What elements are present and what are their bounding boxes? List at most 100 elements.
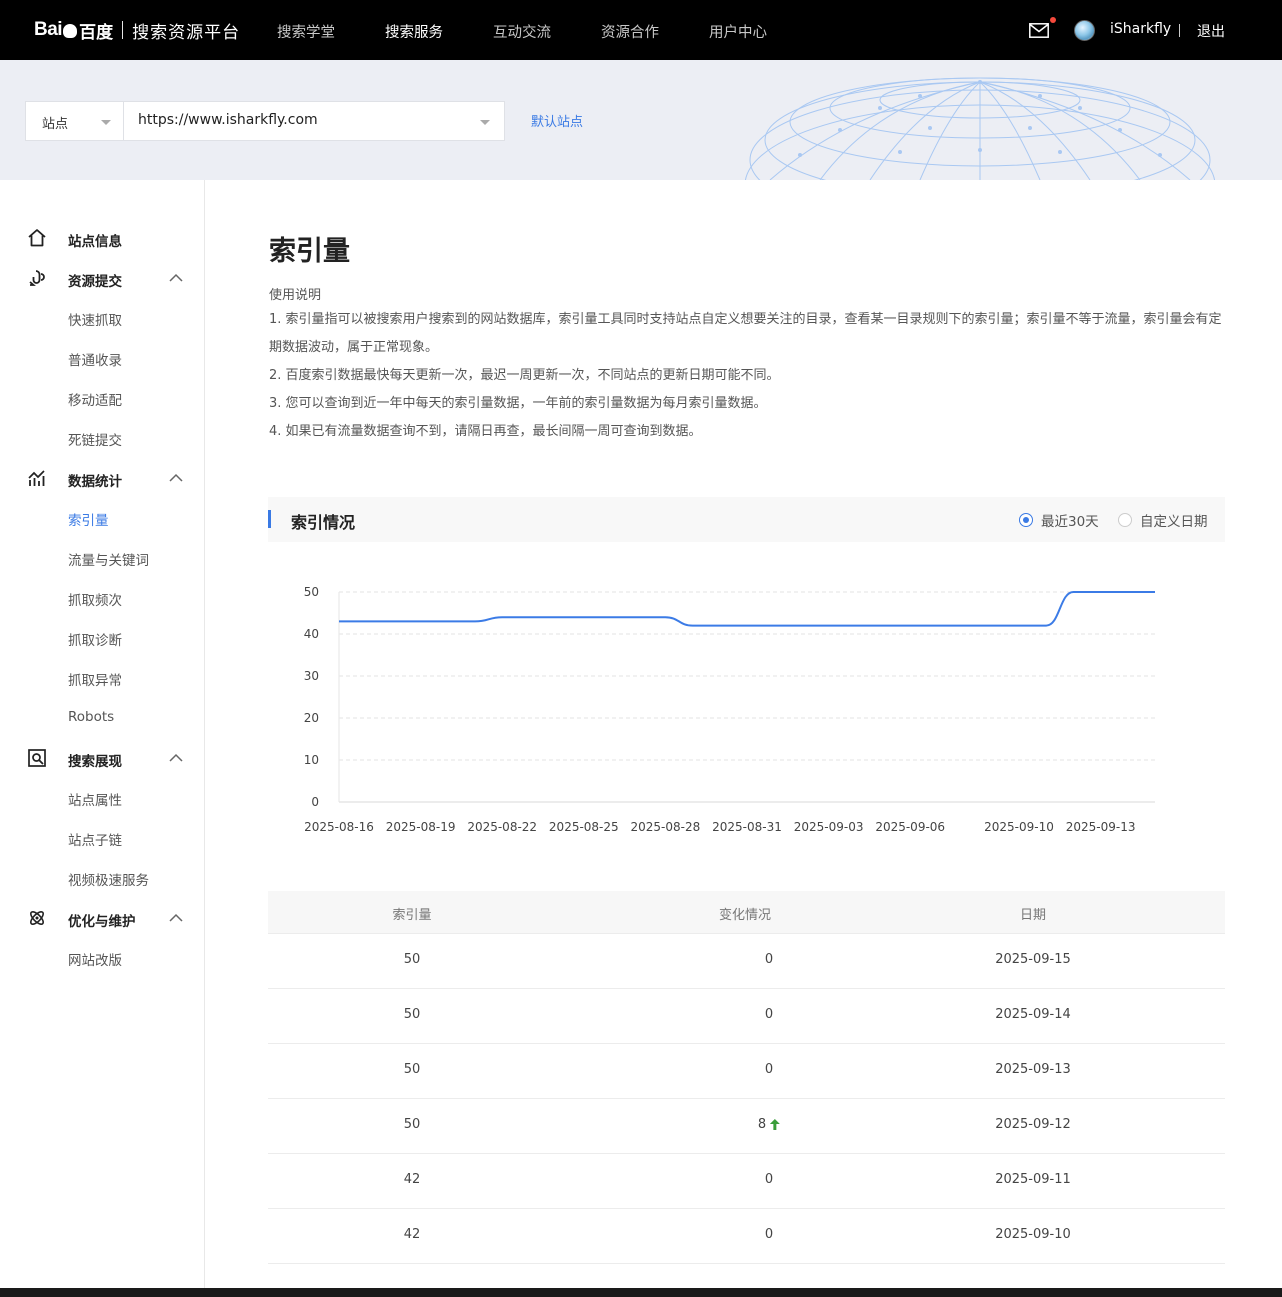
cell-index: 50: [403, 952, 421, 967]
radio-custom-date[interactable]: 自定义日期: [1118, 510, 1208, 530]
nav-item-search-service[interactable]: 搜索服务: [385, 0, 443, 60]
series-line: [339, 591, 1155, 627]
usage-line-3: 3. 您可以查询到近一年中每天的索引量数据，一年前的索引量数据为每月索引量数据。: [269, 396, 767, 411]
sidebar-group-label: 站点信息: [68, 234, 122, 250]
cell-index: 50: [403, 1062, 421, 1077]
chevron-up-icon[interactable]: [169, 273, 183, 282]
section-accent: [268, 510, 271, 528]
y-tick-label: 0: [311, 795, 319, 809]
cell-date: 2025-09-13: [995, 1062, 1071, 1077]
site-banner: 站点 https://www.isharkfly.com 默认站点: [0, 60, 1282, 180]
table-body: 50 0 2025-09-15 50 0 2025-09-14 50 0 2025-09-13 5…: [268, 934, 1225, 1264]
submit-link-icon: [29, 270, 45, 286]
cell-change-value: 0: [764, 1007, 774, 1022]
column-header-change: 变化情况: [718, 908, 772, 923]
main-nav: 搜索学堂 搜索服务 互动交流 资源合作 用户中心: [277, 0, 817, 60]
sidebar-group-resource-submit[interactable]: 资源提交: [0, 258, 204, 298]
cell-change: 0: [765, 1227, 773, 1242]
sidebar-group-label: 数据统计: [68, 474, 122, 490]
cell-date: 2025-09-10: [995, 1227, 1071, 1242]
chevron-up-icon[interactable]: [169, 753, 183, 762]
mail-icon[interactable]: [1029, 23, 1049, 38]
sidebar-group-optimize[interactable]: 优化与维护: [0, 898, 204, 938]
cell-change-value: 8: [757, 1117, 767, 1132]
arrow-up-icon: [770, 1119, 781, 1130]
cell-change-value: 0: [764, 1227, 774, 1242]
sidebar-item-traffic-keywords[interactable]: 流量与关键词: [68, 549, 149, 569]
radio-label: 最近30天: [1041, 514, 1099, 530]
globe-decoration-icon: [745, 77, 1215, 180]
radio-checked-icon: [1019, 513, 1033, 527]
sidebar-group-data-stats[interactable]: 数据统计: [0, 458, 204, 498]
nav-item-interaction[interactable]: 互动交流: [493, 0, 551, 60]
sidebar-item-crawl-frequency[interactable]: 抓取频次: [68, 589, 122, 609]
table-row: 42 0 2025-09-10: [268, 1209, 1225, 1264]
sidebar-item-index-count[interactable]: 索引量: [68, 509, 109, 529]
x-tick-label: 2025-08-28: [631, 820, 701, 834]
chevron-up-icon[interactable]: [169, 913, 183, 922]
sidebar-group-site-info[interactable]: 站点信息: [0, 218, 204, 258]
cell-change: 0: [765, 952, 773, 967]
usage-line-2: 2. 百度索引数据最快每天更新一次，最迟一周更新一次，不同站点的更新日期可能不同…: [269, 368, 780, 383]
avatar[interactable]: [1074, 20, 1095, 41]
main-content: 索引量 使用说明 1. 索引量指可以被搜索用户搜索到的网站数据库，索引量工具同时…: [206, 180, 1282, 1288]
home-icon: [28, 229, 46, 247]
sidebar-item-robots[interactable]: Robots: [68, 709, 114, 725]
table-row: 50 0 2025-09-13: [268, 1044, 1225, 1099]
sidebar-item-crawl-errors[interactable]: 抓取异常: [68, 669, 122, 689]
sidebar-item-video-service[interactable]: 视频极速服务: [68, 869, 149, 889]
sidebar-group-search-display[interactable]: 搜索展现: [0, 738, 204, 778]
cell-change-value: 0: [764, 1062, 774, 1077]
cell-change: 8: [757, 1117, 781, 1132]
index-line-chart: 0 10 20 30 40 50 2025-08-16 2025-08-19 2025-08-2…: [304, 585, 1155, 834]
cell-index: 42: [403, 1227, 421, 1242]
x-tick-label: 2025-09-03: [794, 820, 864, 834]
sidebar-item-site-revision[interactable]: 网站改版: [68, 949, 122, 969]
x-tick-label: 2025-08-16: [304, 820, 374, 834]
baidu-logo[interactable]: Bai 百度 搜索资源平台: [34, 14, 240, 46]
index-table: 索引量 变化情况 日期 50 0 2025-09-15 50 0 2025-09-14 50…: [268, 891, 1225, 1264]
sidebar-item-site-attributes[interactable]: 站点属性: [68, 789, 122, 809]
section-header: 索引情况 最近30天 自定义日期: [268, 497, 1225, 542]
x-tick-label: 2025-09-06: [875, 820, 945, 834]
nav-item-resource-cooperation[interactable]: 资源合作: [601, 0, 659, 60]
logout-link[interactable]: 退出: [1197, 21, 1225, 41]
cell-date: 2025-09-15: [995, 952, 1071, 967]
sidebar-group-label: 优化与维护: [68, 914, 136, 930]
x-tick-label: 2025-08-25: [549, 820, 619, 834]
y-tick-label: 50: [304, 585, 319, 599]
table-header: 索引量 变化情况 日期: [268, 891, 1225, 934]
logo-text: Bai: [34, 19, 63, 40]
logo-divider: [122, 21, 124, 39]
notification-dot: [1050, 17, 1056, 23]
username[interactable]: iSharkfly: [1110, 21, 1171, 37]
sidebar-item-crawl-diagnosis[interactable]: 抓取诊断: [68, 629, 122, 649]
search-display-icon: [28, 749, 46, 767]
sidebar-item-quick-crawl[interactable]: 快速抓取: [68, 309, 122, 329]
sidebar-item-mobile-adapt[interactable]: 移动适配: [68, 389, 122, 409]
bottom-taskbar-strip: [0, 1288, 1282, 1297]
radio-unchecked-icon: [1118, 513, 1132, 527]
nav-item-user-center[interactable]: 用户中心: [709, 0, 767, 60]
nav-item-search-school[interactable]: 搜索学堂: [277, 0, 335, 60]
table-row: 42 0 2025-09-11: [268, 1154, 1225, 1209]
cell-index: 50: [403, 1007, 421, 1022]
top-nav-bar: Bai 百度 搜索资源平台 搜索学堂 搜索服务 互动交流 资源合作 用户中心 i…: [0, 0, 1282, 60]
user-separator: [1179, 24, 1180, 37]
cell-date: 2025-09-11: [995, 1172, 1071, 1187]
sidebar-item-site-sublinks[interactable]: 站点子链: [68, 829, 122, 849]
sidebar-item-dead-link[interactable]: 死链提交: [68, 429, 122, 449]
chevron-up-icon[interactable]: [169, 473, 183, 482]
chevron-down-icon: [480, 120, 490, 125]
site-url-select[interactable]: https://www.isharkfly.com: [123, 101, 505, 141]
table-row: 50 0 2025-09-15: [268, 934, 1225, 989]
chevron-down-icon: [101, 120, 111, 125]
site-type-select[interactable]: 站点: [25, 101, 124, 141]
radio-recent-30-days[interactable]: 最近30天: [1019, 510, 1099, 530]
y-tick-label: 20: [304, 711, 319, 725]
sidebar-item-normal-indexing[interactable]: 普通收录: [68, 349, 122, 369]
sidebar: 站点信息 资源提交 快速抓取 普通收录 移动适配 死链提交 数据统计 索引量 流…: [0, 180, 205, 1288]
x-tick-label: 2025-09-10: [984, 820, 1054, 834]
x-tick-label: 2025-08-19: [386, 820, 456, 834]
default-site-link[interactable]: 默认站点: [531, 111, 583, 130]
